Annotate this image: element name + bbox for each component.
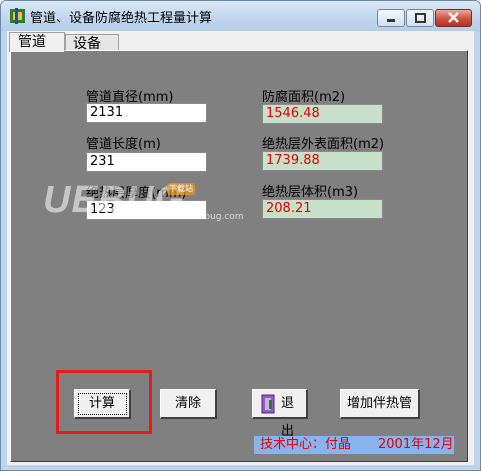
title-bar[interactable]: 管道、设备防腐绝热工程量计算 — [1, 1, 480, 31]
footer-credit: 技术中心：付晶 — [260, 437, 352, 452]
app-window: 管道、设备防腐绝热工程量计算 管道 设备 管道直径(mm) 2131 管道长度(… — [0, 0, 481, 471]
maximize-icon — [415, 13, 426, 23]
minimize-button[interactable] — [377, 9, 405, 27]
insulation-volume-label: 绝热层体积(m3) — [262, 185, 359, 200]
exit-label: 退出 — [281, 396, 295, 439]
insulation-outer-area-label: 绝热层外表面积(m2) — [262, 137, 385, 152]
exit-button[interactable]: 退出 — [252, 389, 308, 439]
close-icon — [448, 12, 459, 23]
anticorrosion-area-label: 防腐面积(m2) — [262, 90, 346, 105]
clear-button[interactable]: 清除 — [160, 389, 217, 419]
minimize-icon — [387, 19, 395, 22]
highlight-box — [56, 370, 152, 434]
maximize-button[interactable] — [406, 9, 434, 27]
close-button[interactable] — [435, 9, 472, 27]
watermark-logo: UEBUG — [43, 179, 186, 221]
watermark-tag: 下载站 — [167, 183, 195, 195]
footer-credit-bar: 技术中心：付晶 2001年12月 — [254, 436, 454, 454]
window-title: 管道、设备防腐绝热工程量计算 — [30, 11, 213, 26]
insulation-volume-output: 208.21 — [262, 199, 383, 219]
footer-date: 2001年12月 — [378, 437, 454, 452]
watermark-url: www.uebug.com — [169, 212, 244, 222]
insulation-outer-area-output: 1739.88 — [262, 151, 383, 171]
diameter-input[interactable]: 2131 — [86, 103, 207, 123]
anticorrosion-area-output: 1546.48 — [262, 104, 383, 124]
tab-equipment[interactable]: 设备 — [65, 34, 119, 52]
length-label: 管道长度(m) — [86, 137, 161, 152]
tab-pipe[interactable]: 管道 — [9, 32, 65, 52]
add-tracing-pipe-button[interactable]: 增加伴热管 — [340, 389, 420, 419]
exit-door-icon — [261, 394, 275, 414]
app-icon — [10, 8, 25, 24]
length-input[interactable]: 231 — [86, 152, 207, 172]
